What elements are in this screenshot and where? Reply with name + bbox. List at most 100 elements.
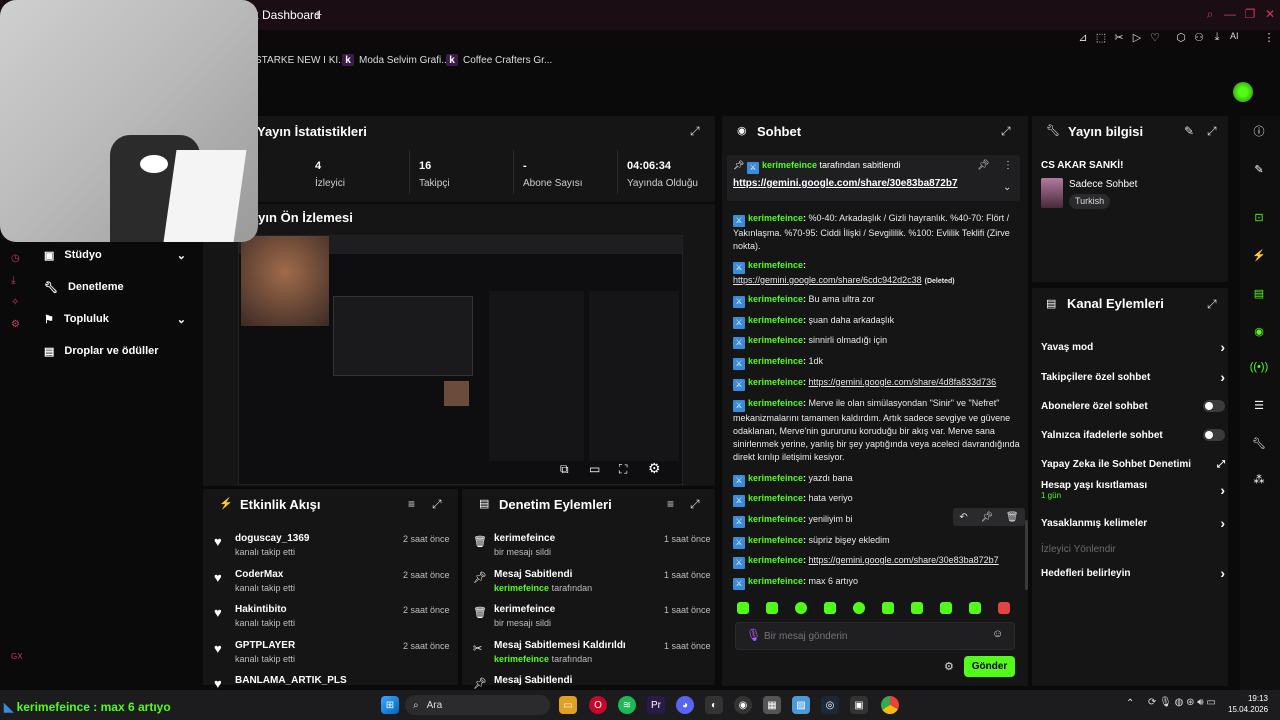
trash-icon[interactable]: 🗑︎	[1006, 512, 1019, 523]
feed-name[interactable]: Hakintibito	[235, 604, 287, 615]
mod-name[interactable]: Mesaj Sabitlendi	[494, 569, 572, 580]
wrench-icon[interactable]: 🔧︎	[1248, 432, 1270, 454]
chat-username[interactable]: kerimefeince	[748, 493, 803, 503]
spotify-icon[interactable]: ≋	[618, 696, 636, 714]
fullscreen-icon[interactable]: ⛶	[619, 462, 627, 477]
microphone-icon[interactable]: 🎙︎	[746, 628, 761, 642]
bookmark-1[interactable]: k Moda Selvim Grafi...	[342, 51, 450, 69]
extensions-icon[interactable]: ✂	[1112, 31, 1126, 45]
layout-icon[interactable]: ☰	[1248, 394, 1270, 416]
app-icon[interactable]: ◐	[705, 696, 723, 714]
chat-message[interactable]: ⚔ kerimefeince: Merve ile olan simülasyon…	[733, 397, 1023, 464]
profile-icon[interactable]: ⚇	[1192, 31, 1206, 45]
pip-icon[interactable]: ⧉	[560, 462, 569, 477]
expand-icon[interactable]: ⤢	[1207, 124, 1217, 139]
bookmark-0[interactable]: STARKE NEW I KI...	[255, 51, 347, 69]
avatar[interactable]	[1233, 82, 1253, 102]
mod-name[interactable]: Mesaj Sabitlendi	[494, 675, 572, 686]
expand-icon[interactable]: ⤢	[432, 497, 442, 512]
calculator-icon[interactable]: ▦	[763, 696, 781, 714]
expand-icon[interactable]: ⤢	[1001, 124, 1011, 139]
mod-name[interactable]: kerimefeince	[494, 533, 555, 544]
mod-name[interactable]: kerimefeince	[494, 604, 555, 615]
expand-icon[interactable]: ⤢	[690, 124, 700, 139]
expand-icon[interactable]: ⤢	[690, 497, 700, 512]
expand-icon[interactable]: ⤢	[1207, 297, 1217, 312]
download-icon[interactable]: ⤓	[1210, 31, 1224, 45]
filter-icon[interactable]: ≡	[408, 497, 415, 511]
emote-icon[interactable]	[737, 602, 749, 614]
nav-drops[interactable]: ▤ Droplar ve ödüller	[44, 342, 159, 360]
chat-input[interactable]	[764, 627, 984, 645]
chat-message[interactable]: ⚔ kerimefeince: max 6 artıyo	[733, 575, 1023, 590]
rail-bottom-icon[interactable]: GX	[11, 652, 23, 661]
clock[interactable]: 19:13 15.04.2026	[1228, 693, 1268, 715]
emote-icon[interactable]	[766, 602, 778, 614]
lightning-icon[interactable]: ⚡	[1248, 244, 1270, 266]
chat-username[interactable]: kerimefeince	[748, 356, 803, 366]
emote-icon[interactable]	[969, 602, 981, 614]
edit-icon[interactable]: ✎	[1248, 158, 1270, 180]
photos-icon[interactable]: ▨	[792, 696, 810, 714]
emoji-icon[interactable]: ☺	[992, 628, 1003, 640]
chat-message[interactable]: ⚔ kerimefeince: yazdı bana	[733, 472, 1023, 487]
chat-message[interactable]: ⚔ kerimefeince: https://gemini.google.com…	[733, 259, 1023, 288]
close-window-icon[interactable]: ✕	[1262, 6, 1278, 22]
nav-studio[interactable]: ▣ Stüdyo ⌄	[44, 246, 186, 264]
chat-message[interactable]: ⚔ kerimefeince: sinnirli olmadığı için	[733, 334, 1023, 349]
document-icon[interactable]: ▤	[1248, 282, 1270, 304]
chevron-up-icon[interactable]: ⌃	[1126, 698, 1134, 709]
chat-message[interactable]: ⚔ kerimefeince: %0-40: Arkadaşlık / Gizli…	[733, 212, 1023, 253]
pin-page-icon[interactable]: ⊿	[1076, 31, 1090, 45]
bookmark-2[interactable]: k Coffee Crafters Gr...	[446, 51, 552, 69]
chat-username[interactable]: kerimefeince	[748, 398, 803, 408]
nav-community[interactable]: ⚑ Topluluk ⌄	[44, 310, 186, 328]
channel-action-5[interactable]: Hesap yaşı kısıtlaması 1 gün ›	[1041, 480, 1225, 500]
more-icon[interactable]: ⋮	[1003, 160, 1013, 171]
settings-icon[interactable]: ⚙	[648, 460, 661, 477]
chrome-icon[interactable]	[881, 696, 899, 714]
nav-moderation[interactable]: 🔧︎ Denetleme	[44, 278, 124, 296]
channel-action-1[interactable]: Takipçilere özel sohbet ›	[1041, 368, 1225, 386]
chat-username[interactable]: kerimefeince	[748, 555, 803, 565]
emote-icon[interactable]	[998, 602, 1010, 614]
filter-icon[interactable]: ≡	[667, 497, 674, 511]
discord-icon[interactable]: ◕	[676, 696, 694, 714]
capture-icon[interactable]: ⊡	[1248, 206, 1270, 228]
chat-username[interactable]: kerimefeince	[748, 213, 803, 223]
chat-username[interactable]: kerimefeince	[748, 335, 803, 345]
menu-dots-icon[interactable]: ⋮	[1262, 31, 1276, 45]
heart-icon[interactable]: ♡	[1148, 31, 1162, 45]
stream-preview[interactable]	[238, 235, 683, 485]
channel-action-8[interactable]: Hedefleri belirleyin ›	[1041, 564, 1225, 582]
channel-action-2[interactable]: Abonelere özel sohbet	[1041, 397, 1225, 415]
search-tabs-icon[interactable]: ⌕	[1202, 6, 1218, 22]
opera-gx-icon[interactable]: O	[589, 696, 607, 714]
chat-message[interactable]: ⚔ kerimefeince: https://gemini.google.com…	[733, 554, 1023, 569]
edit-icon[interactable]: ✎	[1184, 124, 1194, 138]
feed-name[interactable]: doguscay_1369	[235, 533, 310, 544]
chat-username[interactable]: kerimefeince	[748, 377, 803, 387]
chat-message[interactable]: ⚔ kerimefeince: hata veriyo	[733, 492, 1023, 507]
emote-icon[interactable]	[795, 602, 807, 614]
cube-icon[interactable]: ⬡	[1174, 31, 1188, 45]
new-tab-button[interactable]: +	[310, 6, 326, 22]
chat-message[interactable]: ⚔ kerimefeince: şuan daha arkadaşlık	[733, 314, 1023, 329]
minimize-icon[interactable]: —	[1222, 6, 1238, 22]
taskbar-search[interactable]: ⌕ Ara	[405, 695, 550, 715]
file-explorer-icon[interactable]: ▭	[559, 696, 577, 714]
broadcast-icon[interactable]: ((•))	[1248, 356, 1270, 378]
play-icon[interactable]: ▷	[1130, 31, 1144, 45]
chat-message[interactable]: ⚔ kerimefeince: 1dk	[733, 355, 1023, 370]
channel-action-6[interactable]: Yasaklanmış kelimeler ›	[1041, 514, 1225, 532]
chat-scrollbar[interactable]	[1025, 520, 1028, 590]
chat-username[interactable]: kerimefeince	[748, 315, 803, 325]
screenshot-icon[interactable]: ⬚	[1094, 31, 1108, 45]
tray-icons[interactable]: ⟳ 🎙︎ ◍ ⊛ 🔊︎ ▭	[1148, 697, 1216, 708]
feed-name[interactable]: BANLAMA_ARTIK_PLS	[235, 675, 347, 686]
chat-username[interactable]: kerimefeince	[748, 473, 803, 483]
toggle-switch[interactable]	[1203, 429, 1225, 441]
toggle-switch[interactable]	[1203, 400, 1225, 412]
reply-icon[interactable]: ↶	[959, 512, 967, 523]
emote-icon[interactable]	[911, 602, 923, 614]
